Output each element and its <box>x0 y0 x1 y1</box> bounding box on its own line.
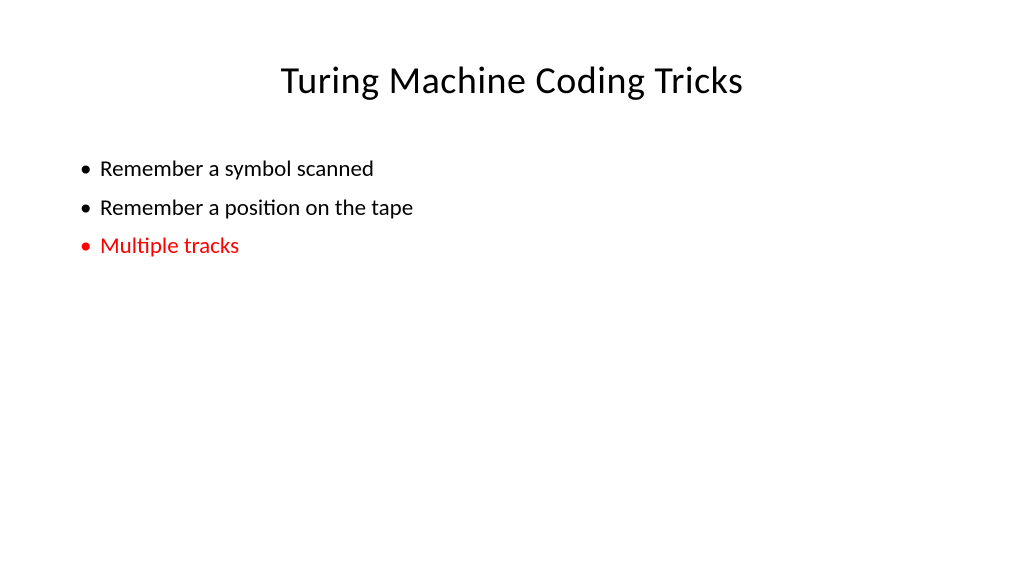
slide-title: Turing Machine Coding Tricks <box>70 58 954 104</box>
bullet-item: Remember a symbol scanned <box>78 152 954 187</box>
bullet-list: Remember a symbol scanned Remember a pos… <box>70 152 954 264</box>
bullet-item: Multiple tracks <box>78 229 954 264</box>
bullet-item: Remember a position on the tape <box>78 191 954 226</box>
slide-container: Turing Machine Coding Tricks Remember a … <box>0 0 1024 576</box>
